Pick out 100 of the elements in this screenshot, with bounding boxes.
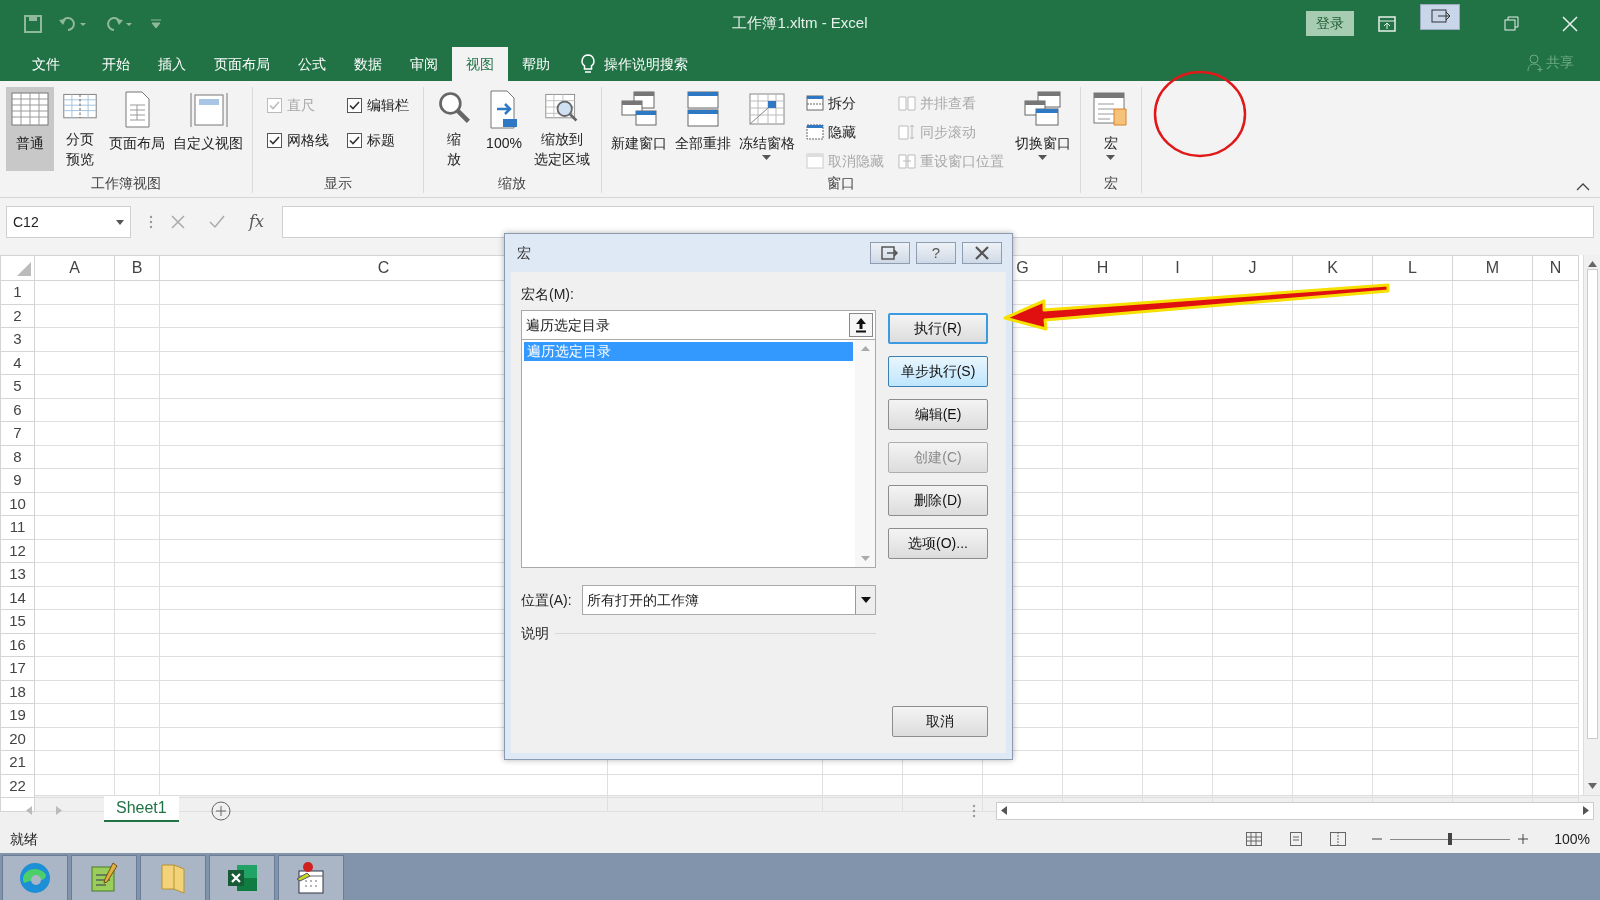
close-button[interactable] <box>962 242 1002 264</box>
save-icon[interactable] <box>24 14 42 33</box>
help-button[interactable]: ? <box>916 242 956 264</box>
ribbon-tab[interactable]: 插入 <box>144 47 200 81</box>
ribbon-button[interactable]: 100% <box>480 87 528 171</box>
dialog-button[interactable]: 删除(D) <box>888 485 988 516</box>
ribbon-tab[interactable]: 审阅 <box>396 47 452 81</box>
row-header[interactable]: 2 <box>0 304 35 328</box>
dialog-button[interactable]: 单步执行(S) <box>888 356 988 387</box>
row-header[interactable]: 13 <box>0 562 35 586</box>
column-header[interactable]: A <box>34 255 115 281</box>
row-header[interactable]: 9 <box>0 468 35 492</box>
taskbar-button[interactable] <box>71 855 137 900</box>
row-header[interactable]: 3 <box>0 327 35 351</box>
zoom-level[interactable]: 100% <box>1554 828 1590 850</box>
row-header[interactable]: 7 <box>0 421 35 445</box>
ribbon-tab[interactable]: 公式 <box>284 47 340 81</box>
ribbon-button[interactable]: 自定义视图 <box>170 87 246 171</box>
horizontal-scrollbar[interactable] <box>996 801 1594 820</box>
ribbon-button[interactable]: 页面布局 <box>106 87 168 171</box>
row-header[interactable]: 8 <box>0 445 35 469</box>
restore-icon[interactable] <box>1504 15 1520 32</box>
insert-function-button[interactable]: fx <box>249 210 264 234</box>
handle-icon[interactable] <box>972 803 976 818</box>
ribbon-tab[interactable]: 文件 <box>18 47 74 81</box>
ribbon-button[interactable]: 切换窗口 <box>1011 87 1074 171</box>
page-break-view-icon[interactable] <box>1330 832 1347 846</box>
row-header[interactable]: 16 <box>0 633 35 657</box>
upload-button[interactable] <box>849 313 873 337</box>
checkbox-label[interactable]: 网格线 <box>287 130 329 151</box>
dropdown-caret-icon[interactable] <box>860 597 871 603</box>
ribbon-tab[interactable]: 数据 <box>340 47 396 81</box>
dialog-button[interactable]: 执行(R) <box>888 313 988 344</box>
dropdown-caret-icon[interactable] <box>1038 155 1048 161</box>
row-header[interactable]: 5 <box>0 374 35 398</box>
taskbar-button[interactable] <box>278 855 344 900</box>
ribbon-button[interactable]: 分页预览 <box>56 87 104 171</box>
check-icon[interactable] <box>209 215 225 229</box>
ribbon-button[interactable]: 宏 <box>1086 87 1135 171</box>
row-header[interactable]: 17 <box>0 656 35 680</box>
checkbox-label[interactable]: 编辑栏 <box>367 95 409 116</box>
normal-view-icon[interactable] <box>1246 832 1263 846</box>
ribbon-display-icon[interactable] <box>1378 15 1396 32</box>
scroll-up-icon[interactable] <box>860 346 870 351</box>
cancel-icon[interactable] <box>171 215 185 229</box>
ribbon-button[interactable]: 全部重排 <box>671 87 734 171</box>
column-header[interactable]: J <box>1212 255 1293 281</box>
vertical-scrollbar[interactable] <box>1583 255 1600 795</box>
ribbon-button[interactable]: 冻结窗格 <box>735 87 798 171</box>
ribbon-tab[interactable]: 开始 <box>88 47 144 81</box>
person-add-icon[interactable] <box>1527 53 1543 72</box>
checkbox[interactable] <box>347 133 362 148</box>
column-header[interactable]: B <box>114 255 160 281</box>
row-header[interactable]: 21 <box>0 750 35 774</box>
column-header[interactable]: H <box>1062 255 1143 281</box>
ribbon-button[interactable]: 缩放到选定区域 <box>530 87 595 171</box>
dialog-button[interactable]: 选项(O)... <box>888 528 988 559</box>
ribbon-button[interactable]: 拆分 <box>803 91 886 115</box>
scroll-thumb[interactable] <box>1586 269 1598 739</box>
ribbon-tab[interactable]: 帮助 <box>508 47 564 81</box>
dialog-button[interactable]: 编辑(E) <box>888 399 988 430</box>
dropdown-caret-icon[interactable] <box>1106 155 1116 161</box>
row-header[interactable]: 19 <box>0 703 35 727</box>
ribbon-tab[interactable]: 页面布局 <box>200 47 284 81</box>
customize-caret-icon[interactable] <box>150 18 162 29</box>
sheet-tab[interactable]: Sheet1 <box>104 795 179 822</box>
formula-input[interactable] <box>281 206 1594 238</box>
column-header[interactable]: I <box>1142 255 1213 281</box>
row-header[interactable]: 1 <box>0 280 35 304</box>
collapse-button[interactable] <box>870 242 910 264</box>
close-icon[interactable] <box>1562 15 1578 32</box>
row-header[interactable]: 4 <box>0 351 35 375</box>
ribbon-button[interactable]: 新建窗口 <box>607 87 670 171</box>
scroll-down-icon[interactable] <box>1587 783 1597 789</box>
search-hint[interactable]: 操作说明搜索 <box>604 47 688 81</box>
ribbon-tab[interactable]: 视图 <box>452 47 508 81</box>
checkbox-label[interactable]: 标题 <box>367 130 395 151</box>
column-header[interactable]: K <box>1292 255 1373 281</box>
ribbon-button[interactable]: 普通 <box>6 87 54 171</box>
cancel-button[interactable]: 取消 <box>892 706 988 737</box>
row-header[interactable]: 11 <box>0 515 35 539</box>
macro-name-field[interactable]: 遍历选定目录 <box>521 310 876 340</box>
location-dropdown[interactable]: 所有打开的工作簿 <box>581 585 876 615</box>
page-layout-view-icon[interactable] <box>1288 832 1305 846</box>
collapse-ribbon-icon[interactable] <box>1576 183 1590 191</box>
column-header[interactable]: M <box>1452 255 1533 281</box>
add-sheet-icon[interactable] <box>210 800 231 821</box>
sign-in-button[interactable]: 登录 <box>1306 11 1354 36</box>
redo-icon[interactable] <box>104 14 134 33</box>
row-header[interactable]: 14 <box>0 586 35 610</box>
scroll-left-icon[interactable] <box>1001 806 1007 815</box>
checkbox[interactable] <box>347 98 362 113</box>
scroll-down-icon[interactable] <box>860 556 870 561</box>
dropdown-caret-icon[interactable] <box>762 155 772 161</box>
scroll-up-icon[interactable] <box>1587 261 1597 267</box>
handle-icon[interactable] <box>149 215 153 229</box>
ribbon-button[interactable]: 隐藏 <box>803 120 886 144</box>
plus-icon[interactable] <box>1518 834 1529 844</box>
row-header[interactable]: 6 <box>0 398 35 422</box>
name-box[interactable]: C12 <box>6 206 131 238</box>
